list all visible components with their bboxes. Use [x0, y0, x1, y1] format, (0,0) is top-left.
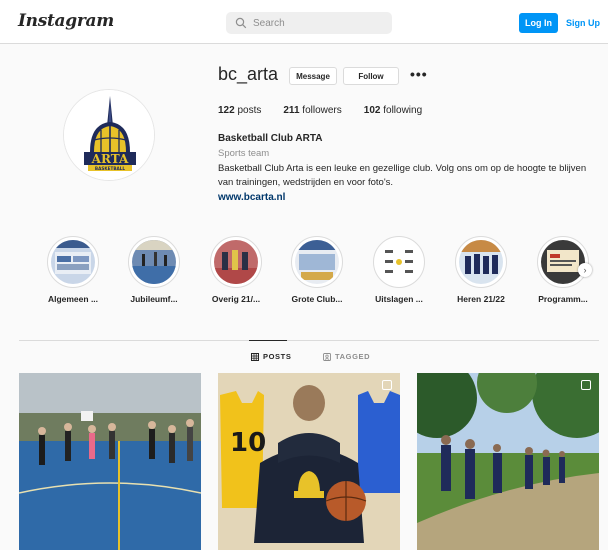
svg-text:10: 10 [230, 428, 266, 458]
search-placeholder: Search [253, 17, 285, 29]
multiple-photos-icon [382, 380, 392, 390]
tab-posts[interactable]: POSTS [251, 352, 291, 361]
highlight-image [295, 240, 339, 284]
profile-full-name: Basketball Club ARTA [218, 133, 323, 144]
profile-website-link[interactable]: www.bcarta.nl [218, 192, 285, 203]
profile-stats: 122 posts 211 followers 102 following [218, 105, 444, 116]
highlight-image [377, 240, 421, 284]
tab-tagged[interactable]: TAGGED [323, 352, 370, 361]
post-thumbnail[interactable] [19, 373, 201, 550]
more-options-icon[interactable]: ••• [410, 66, 428, 82]
highlight-image [214, 240, 258, 284]
tag-person-icon [323, 352, 331, 361]
posts-count-stat: 122 posts [218, 105, 261, 116]
profile-bio: Basketball Club Arta is een leuke en gez… [218, 163, 587, 188]
post-thumbnail[interactable]: 10 [218, 373, 400, 550]
avatar-logo-subtext: BASKETBALL [95, 166, 126, 171]
highlight-label: Algemeen ... [47, 294, 99, 304]
follow-button[interactable]: Follow [343, 67, 399, 85]
multiple-photos-icon [581, 380, 591, 390]
search-input[interactable]: Search [226, 12, 392, 34]
highlight-algemeen[interactable]: Algemeen ... [33, 236, 113, 304]
highlight-label: Uitslagen ... [375, 294, 423, 304]
profile-category: Sports team [218, 148, 270, 159]
tab-active-indicator [249, 340, 287, 341]
profile-avatar[interactable]: ARTA BASKETBALL [63, 89, 155, 181]
grid-icon [251, 352, 259, 361]
highlight-ring [373, 236, 425, 288]
search-icon [235, 17, 247, 29]
highlight-ring [537, 236, 589, 288]
instagram-logo[interactable]: Instagram [18, 11, 114, 31]
highlight-jubileum[interactable]: Jubileumf... [114, 236, 194, 304]
highlights-next-arrow-icon[interactable]: › [578, 263, 592, 277]
highlight-grote-club[interactable]: Grote Club... [277, 236, 357, 304]
following-count: 102 [363, 105, 381, 116]
followers-label: followers [299, 105, 342, 116]
login-button[interactable]: Log In [519, 13, 558, 33]
top-navigation-bar: Instagram Search Log In Sign Up [0, 0, 608, 44]
highlight-ring [291, 236, 343, 288]
post-thumbnail[interactable] [417, 373, 599, 550]
tabs-divider [19, 340, 599, 341]
highlight-image [51, 240, 95, 284]
highlight-ring [47, 236, 99, 288]
highlight-image [459, 240, 503, 284]
profile-username: bc_arta [218, 64, 279, 84]
followers-count: 211 [283, 105, 300, 116]
highlight-ring [455, 236, 507, 288]
tab-posts-label: POSTS [263, 352, 292, 361]
tab-tagged-label: TAGGED [335, 352, 371, 361]
posts-count: 122 [218, 105, 235, 116]
highlight-ring [210, 236, 262, 288]
highlight-uitslagen[interactable]: Uitslagen ... [359, 236, 439, 304]
highlight-overig[interactable]: Overig 21/... [196, 236, 276, 304]
highlight-ring [128, 236, 180, 288]
highlight-label: Programm... [538, 294, 588, 304]
posts-label: posts [234, 105, 262, 116]
signup-link[interactable]: Sign Up [566, 13, 600, 33]
following-stat[interactable]: 102 following [364, 105, 422, 116]
highlight-label: Heren 21/22 [457, 294, 505, 304]
highlight-image [132, 240, 176, 284]
highlight-label: Grote Club... [291, 294, 343, 304]
following-label: following [380, 105, 423, 116]
highlight-label: Jubileumf... [130, 294, 178, 304]
avatar-logo-text: ARTA [91, 152, 129, 166]
message-button[interactable]: Message [289, 67, 337, 85]
followers-stat[interactable]: 211 followers [283, 105, 341, 116]
highlight-image [541, 240, 585, 284]
highlight-label: Overig 21/... [211, 294, 261, 304]
highlight-heren[interactable]: Heren 21/22 [441, 236, 521, 304]
